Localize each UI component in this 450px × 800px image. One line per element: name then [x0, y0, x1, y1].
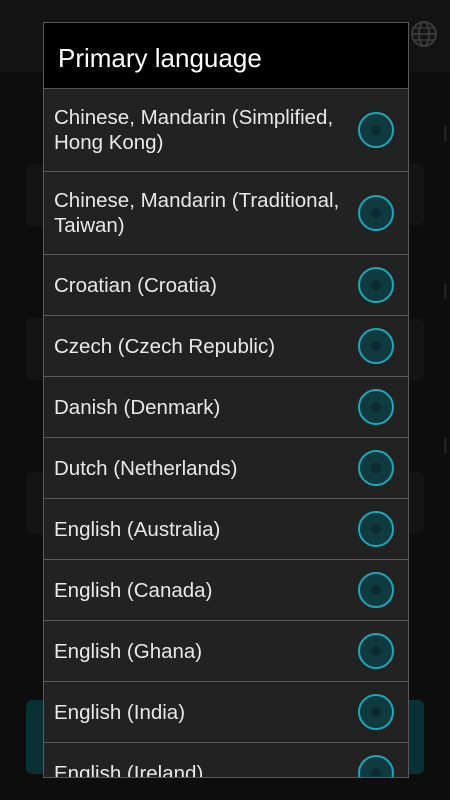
radio-button-icon[interactable] [358, 195, 394, 231]
radio-dot-icon [371, 768, 381, 777]
radio-dot-icon [371, 585, 381, 595]
language-option[interactable]: English (Canada) [44, 560, 408, 621]
language-option[interactable]: English (Australia) [44, 499, 408, 560]
language-option-label: English (India) [54, 700, 186, 724]
dialog-title: Primary language [44, 23, 408, 89]
language-option-label: Dutch (Netherlands) [54, 456, 238, 480]
radio-dot-icon [371, 707, 381, 717]
language-option-label: English (Canada) [54, 578, 213, 602]
language-option-label: English (Ghana) [54, 639, 203, 663]
language-option-label: Danish (Denmark) [54, 395, 221, 419]
radio-dot-icon [371, 341, 381, 351]
radio-button-icon[interactable] [358, 267, 394, 303]
radio-dot-icon [371, 463, 381, 473]
language-option-label: Czech (Czech Republic) [54, 334, 276, 358]
language-option[interactable]: Danish (Denmark) [44, 377, 408, 438]
radio-button-icon[interactable] [358, 694, 394, 730]
radio-dot-icon [371, 125, 381, 135]
language-option-label: English (Australia) [54, 517, 221, 541]
radio-button-icon[interactable] [358, 328, 394, 364]
radio-dot-icon [371, 208, 381, 218]
language-option[interactable]: Dutch (Netherlands) [44, 438, 408, 499]
language-option-label: Croatian (Croatia) [54, 273, 217, 297]
language-option[interactable]: English (India) [44, 682, 408, 743]
language-option-label: Chinese, Mandarin (Simplified, Hong Kong… [54, 106, 334, 154]
radio-dot-icon [371, 402, 381, 412]
language-option-list[interactable]: Chinese, Mandarin (Simplified, Hong Kong… [44, 89, 408, 778]
radio-button-icon[interactable] [358, 112, 394, 148]
language-picker-dialog: Primary language Chinese, Mandarin (Simp… [43, 22, 409, 778]
language-option[interactable]: English (Ireland) [44, 743, 408, 778]
radio-button-icon[interactable] [358, 450, 394, 486]
radio-button-icon[interactable] [358, 633, 394, 669]
language-option[interactable]: Chinese, Mandarin (Traditional, Taiwan) [44, 172, 408, 255]
language-option[interactable]: Chinese, Mandarin (Simplified, Hong Kong… [44, 89, 408, 172]
radio-dot-icon [371, 646, 381, 656]
radio-button-icon[interactable] [358, 755, 394, 777]
language-option-label: English (Ireland) [54, 761, 204, 778]
language-option-label: Chinese, Mandarin (Traditional, Taiwan) [54, 189, 340, 237]
radio-dot-icon [371, 524, 381, 534]
radio-dot-icon [371, 280, 381, 290]
language-option[interactable]: Czech (Czech Republic) [44, 316, 408, 377]
radio-button-icon[interactable] [358, 389, 394, 425]
radio-button-icon[interactable] [358, 511, 394, 547]
language-option[interactable]: Croatian (Croatia) [44, 255, 408, 316]
language-option[interactable]: English (Ghana) [44, 621, 408, 682]
radio-button-icon[interactable] [358, 572, 394, 608]
